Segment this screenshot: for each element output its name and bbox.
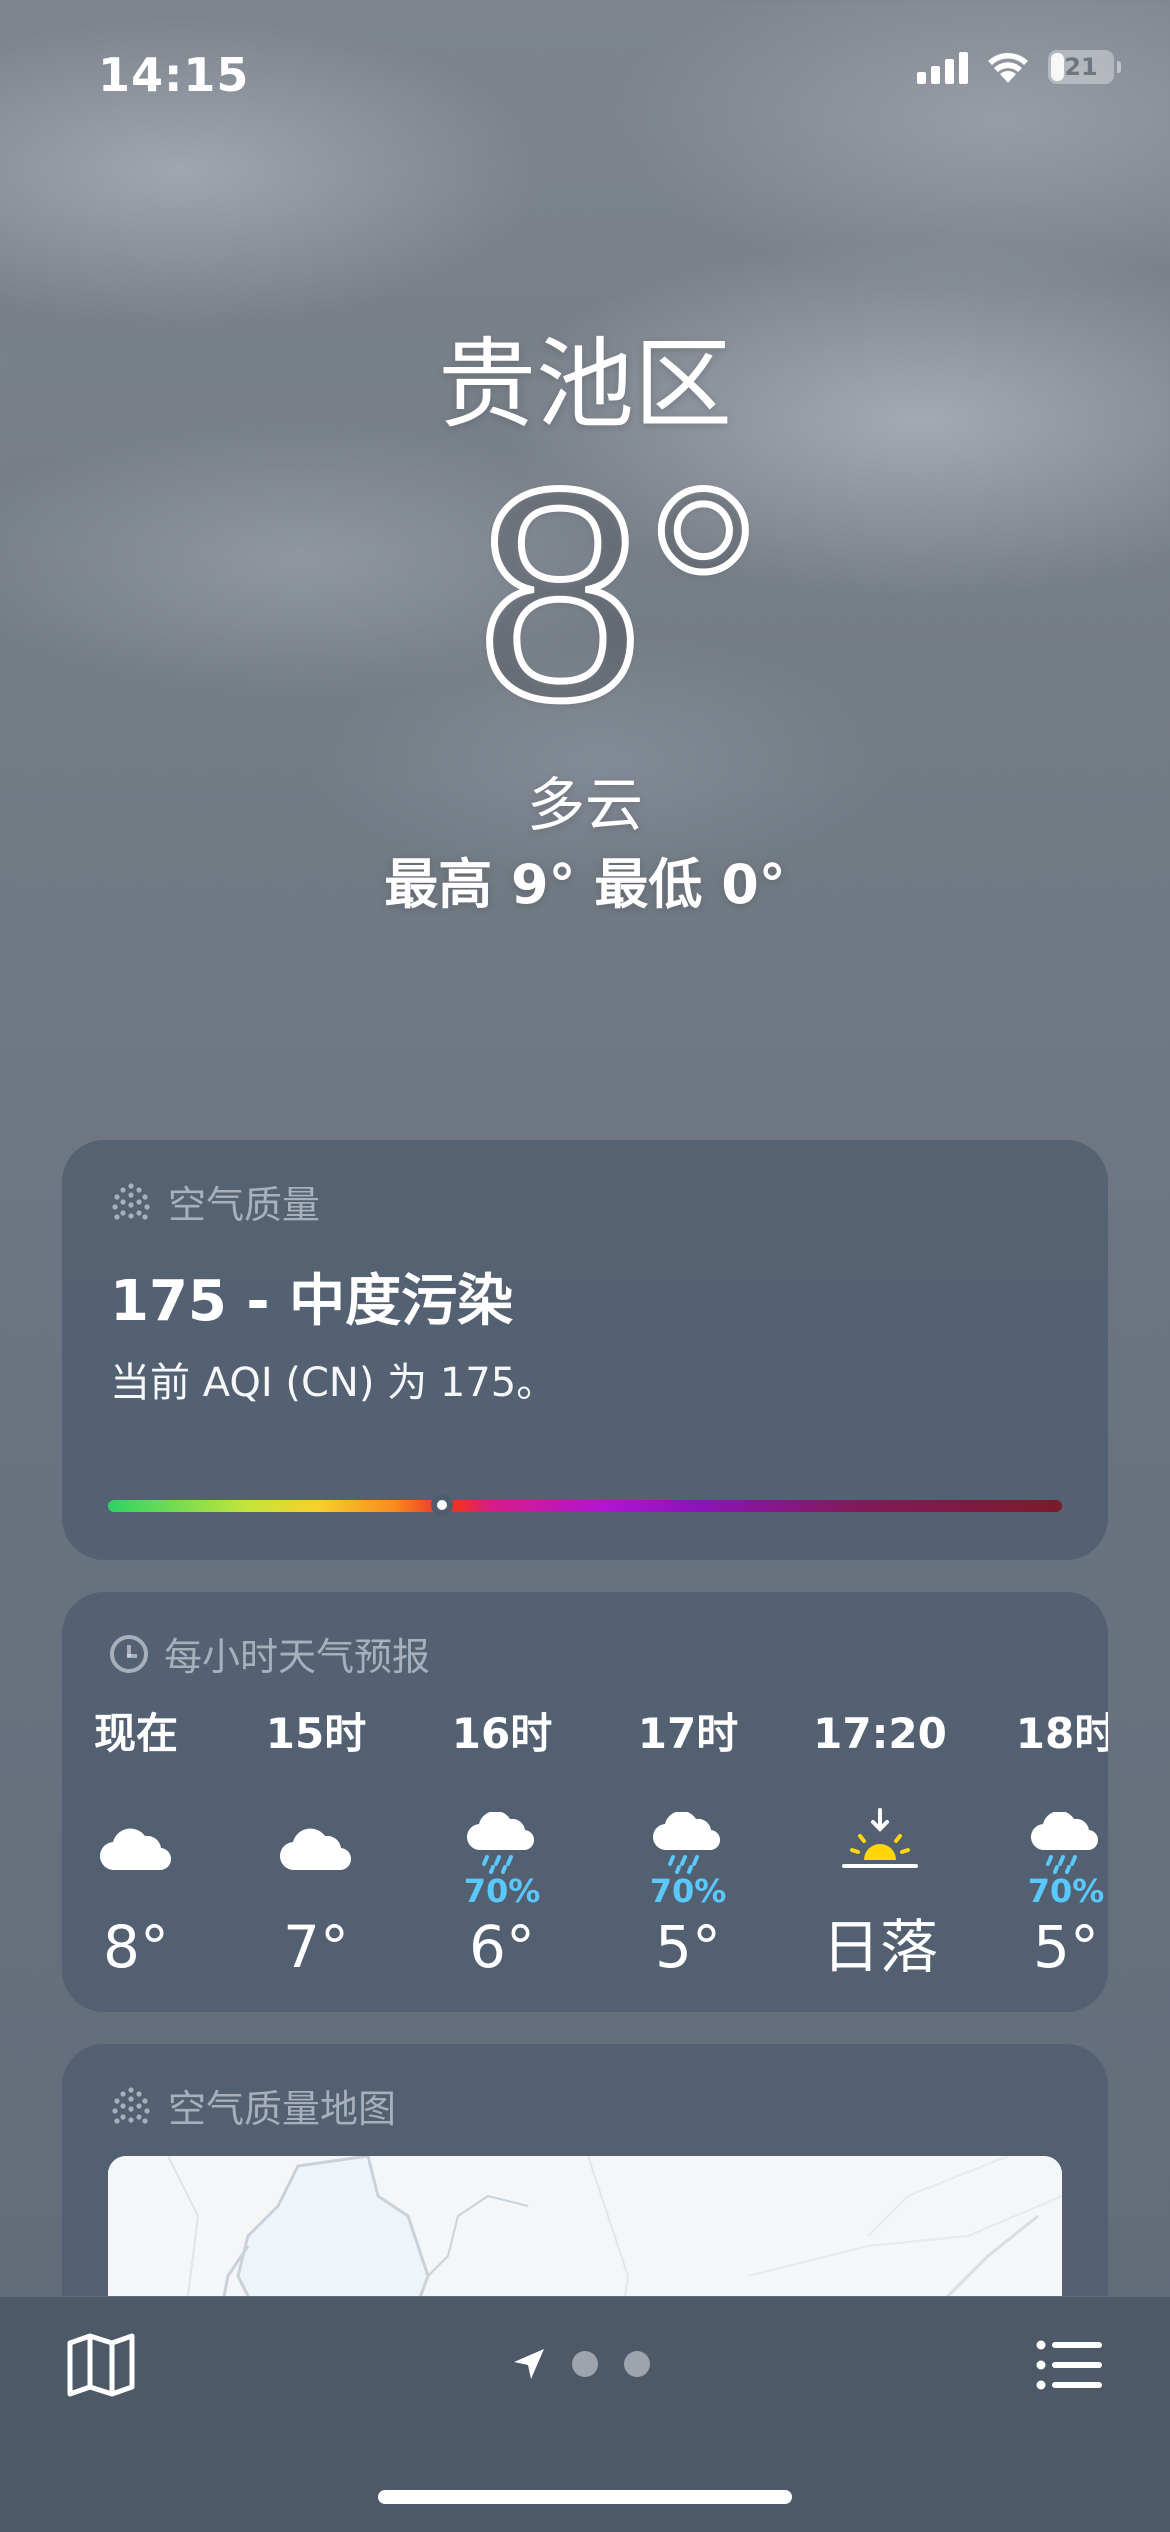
air-quality-map-header: 空气质量地图: [110, 2078, 396, 2133]
wifi-icon: [988, 53, 1028, 83]
hourly-temperature: 6°: [469, 1913, 535, 1981]
current-temperature-value: 8°: [473, 426, 767, 762]
page-dot[interactable]: [624, 2351, 650, 2377]
sunset-icon: [800, 1774, 960, 1874]
hourly-item: 16时 70% 6°: [422, 1704, 582, 1992]
aqi-description: 当前 AQI (CN) 为 175。: [110, 1360, 557, 1406]
cloud-rain-icon: [422, 1774, 582, 1874]
hourly-forecast-card[interactable]: 每小时天气预报 现在 8° 15时 7° 16时 70% 6° 17时 70% 5° 17:20 日落…: [62, 1592, 1108, 2012]
air-quality-map-header-label: 空气质量地图: [168, 2087, 397, 2131]
aqi-value-title: 175 - 中度污染: [110, 1269, 514, 1334]
aqi-scale-bar: [108, 1494, 1062, 1516]
hourly-time: 现在: [93, 1709, 178, 1758]
hourly-temperature: 7°: [283, 1913, 349, 1981]
cloud-icon: [62, 1774, 216, 1874]
air-quality-icon: [112, 1182, 150, 1220]
hourly-temperature: 5°: [1033, 1913, 1099, 1981]
hourly-time: 16时: [451, 1709, 553, 1758]
hourly-forecast-header: 每小时天气预报: [110, 1626, 430, 1681]
map-icon[interactable]: [66, 2333, 136, 2397]
aqi-marker: [430, 1494, 453, 1516]
hourly-time: 17:20: [813, 1709, 947, 1758]
current-weather: 贵池区 8° 多云 最高 9° 最低 0°: [0, 320, 1170, 925]
hourly-forecast-header-label: 每小时天气预报: [164, 1635, 431, 1679]
page-dot[interactable]: [572, 2351, 598, 2377]
hourly-item: 现在 8°: [62, 1704, 216, 1992]
hourly-time: 18时: [1015, 1709, 1108, 1758]
high-low-temperature: 最高 9° 最低 0°: [384, 853, 786, 916]
cloud-icon: [236, 1774, 396, 1874]
clock-icon: [110, 1634, 148, 1673]
home-indicator[interactable]: [378, 2490, 792, 2504]
status-time: 14:15: [98, 48, 250, 102]
battery-level: 21: [1064, 53, 1098, 81]
hourly-item: 15时 7°: [236, 1704, 396, 1992]
cloud-rain-icon: [608, 1774, 768, 1874]
hourly-temperature: 8°: [103, 1913, 169, 1981]
air-quality-header-label: 空气质量: [168, 1183, 321, 1227]
hourly-temperature: 日落: [821, 1913, 938, 1981]
hourly-forecast-row[interactable]: 现在 8° 15时 7° 16时 70% 6° 17时 70% 5° 17:20 日落 18时 70% 5°: [62, 1704, 1108, 1984]
list-icon[interactable]: [1036, 2339, 1102, 2391]
hourly-item: 17:20 日落: [800, 1704, 960, 1992]
status-bar: 14:15 21: [0, 0, 1170, 150]
battery-icon: 21: [1048, 50, 1121, 84]
hourly-time: 17时: [637, 1709, 739, 1758]
current-temperature: 8°: [0, 426, 1170, 762]
status-icons: 21: [917, 50, 1121, 84]
air-quality-map-icon: [112, 2086, 150, 2124]
cellular-signal-icon: [917, 50, 968, 84]
hourly-item: 18时 70% 5°: [986, 1704, 1108, 1992]
hourly-item: 17时 70% 5°: [608, 1704, 768, 1992]
hourly-temperature: 5°: [655, 1913, 721, 1981]
hourly-time: 15时: [265, 1709, 367, 1758]
air-quality-card[interactable]: 空气质量 175 - 中度污染 当前 AQI (CN) 为 175。: [62, 1140, 1108, 1560]
location-arrow-icon[interactable]: [512, 2347, 546, 2381]
cloud-rain-icon: [986, 1774, 1108, 1874]
page-indicator[interactable]: [512, 2347, 650, 2381]
weather-condition: 多云: [526, 771, 643, 839]
air-quality-header: 空气质量: [110, 1174, 320, 1229]
